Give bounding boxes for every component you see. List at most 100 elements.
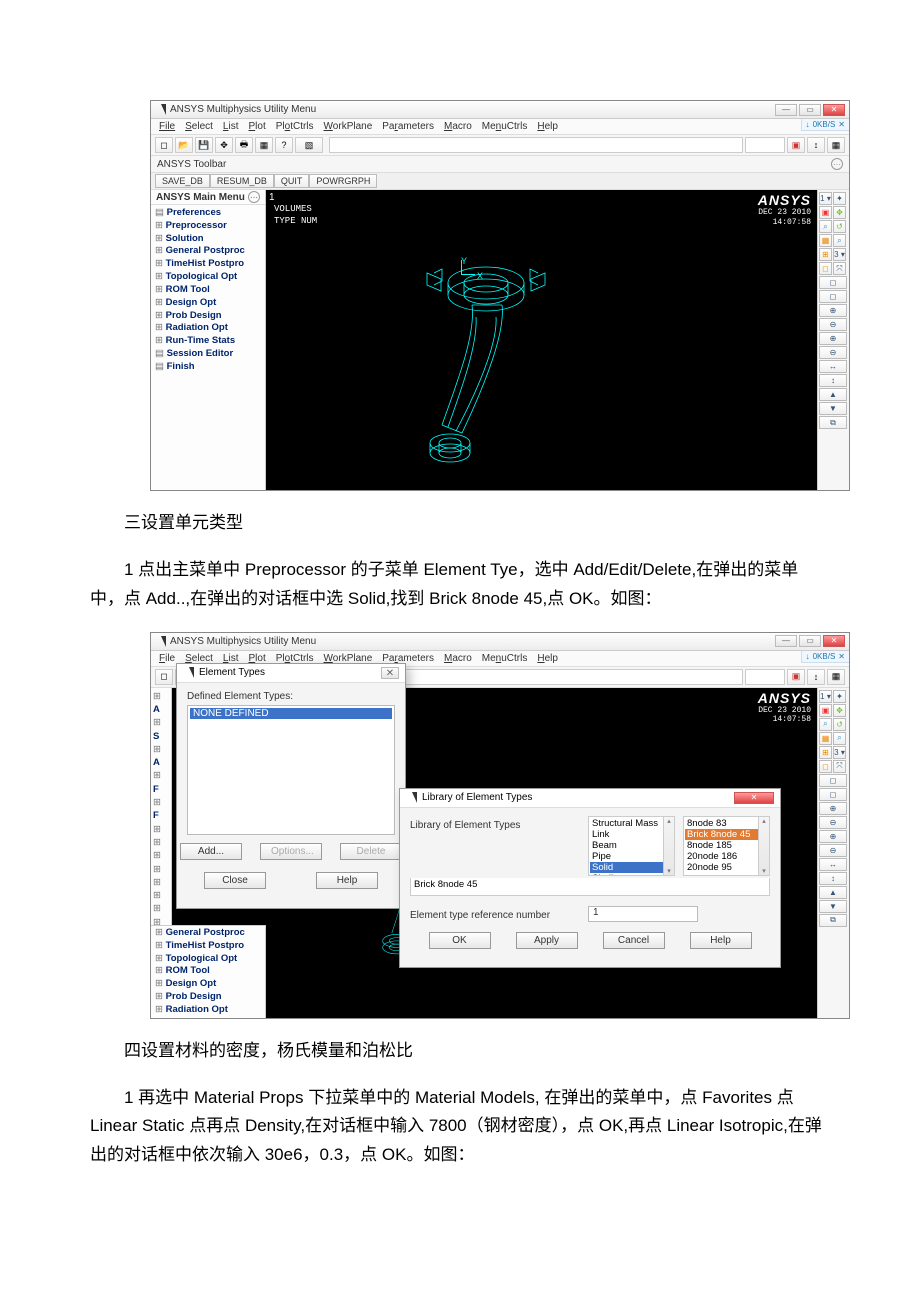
list-item[interactable]: Link — [590, 829, 673, 840]
tree-general-postproc[interactable]: General Postproc — [155, 245, 261, 258]
minimize-button[interactable]: — — [775, 104, 797, 116]
tree-item[interactable] — [153, 876, 169, 889]
list-item[interactable]: Structural Mass — [590, 818, 673, 829]
view-zoom-in-small-icon[interactable]: ⊕ — [819, 830, 847, 843]
save-db-button[interactable]: SAVE_DB — [155, 174, 210, 188]
view-zoom-out-icon[interactable]: ⊖ — [819, 318, 847, 331]
toolbar-dropdown[interactable] — [745, 669, 785, 685]
lib-close-button[interactable]: ✕ — [734, 792, 774, 804]
tree-item[interactable] — [153, 849, 169, 862]
view-rot-down-icon[interactable]: ▼ — [819, 900, 847, 913]
list-item[interactable]: Shell — [590, 873, 673, 876]
tree-item[interactable] — [153, 836, 169, 849]
tree-radiation-opt[interactable]: Radiation Opt — [155, 322, 261, 335]
menu-menuctrls[interactable]: MenuCtrls — [482, 121, 528, 132]
tree-prob-design[interactable]: Prob Design — [155, 991, 261, 1004]
view-multi-icon[interactable]: ⧉ — [819, 416, 847, 429]
tree-item[interactable] — [153, 889, 169, 902]
view-iso-icon[interactable]: ▣ — [819, 206, 832, 219]
scrollbar[interactable]: ▴▾ — [663, 817, 674, 875]
main-menu-expand-icon[interactable]: ⋯ — [248, 191, 260, 203]
menu-workplane[interactable]: WorkPlane — [324, 121, 373, 132]
maximize-button[interactable]: ▭ — [799, 104, 821, 116]
lib-cancel-button[interactable]: Cancel — [603, 932, 665, 949]
reset-icon[interactable]: ↕ — [807, 669, 825, 685]
menu-macro[interactable]: Macro — [444, 653, 472, 664]
new-icon[interactable]: ◻ — [155, 137, 173, 153]
tree-item[interactable] — [153, 863, 169, 876]
minimize-button[interactable]: — — [775, 635, 797, 647]
tree-radiation-opt[interactable]: Radiation Opt — [155, 1004, 261, 1017]
view-multi-icon[interactable]: ⧉ — [819, 914, 847, 927]
view-right-icon[interactable]: ◻ — [819, 262, 832, 275]
tree-solution[interactable]: Solution — [155, 233, 261, 246]
reset-icon[interactable]: ↕ — [807, 137, 825, 153]
command-input[interactable] — [329, 137, 743, 153]
tree-preferences[interactable]: Preferences — [155, 207, 261, 220]
view-dynamic-icon[interactable]: ⤧ — [833, 760, 846, 773]
menu-plot[interactable]: Plot — [248, 121, 265, 132]
view-iso-icon[interactable]: ▣ — [819, 704, 832, 717]
ref-number-input[interactable]: 1 — [588, 906, 698, 922]
close-button[interactable]: ✕ — [823, 635, 845, 647]
view-oblique-icon[interactable]: ✥ — [833, 206, 846, 219]
raise-hidden-icon[interactable]: ▣ — [787, 137, 805, 153]
close-dialog-button[interactable]: Close — [204, 872, 266, 889]
tree-item[interactable]: F — [153, 796, 169, 823]
tree-finish[interactable]: Finish — [155, 361, 261, 374]
tree-rom-tool[interactable]: ROM Tool — [155, 284, 261, 297]
tree-run-time-stats[interactable]: Run-Time Stats — [155, 335, 261, 348]
lib-ok-button[interactable]: OK — [429, 932, 491, 949]
view-zoom-out-icon[interactable]: ⊖ — [819, 816, 847, 829]
add-button[interactable]: Add... — [180, 843, 242, 860]
view-left-icon[interactable]: ⊞ — [819, 248, 832, 261]
view-pan-h-icon[interactable]: ↔ — [819, 360, 847, 373]
menu-select[interactable]: Select — [185, 121, 213, 132]
view-left-icon[interactable]: ⊞ — [819, 746, 832, 759]
tree-rom-tool[interactable]: ROM Tool — [155, 965, 261, 978]
view-fit-icon[interactable]: ✦ — [833, 192, 846, 205]
scrollbar[interactable]: ▴▾ — [758, 817, 769, 875]
list-item-none[interactable]: NONE DEFINED — [190, 708, 392, 719]
view-rot-up-icon[interactable]: ▲ — [819, 886, 847, 899]
view-top-icon[interactable]: ▦ — [819, 234, 832, 247]
raise-hidden-icon[interactable]: ▣ — [787, 669, 805, 685]
view-zoom-out-small-icon[interactable]: ⊖ — [819, 346, 847, 359]
view-front-icon[interactable]: ⌕ — [819, 718, 832, 731]
tree-session-editor[interactable]: Session Editor — [155, 348, 261, 361]
view-fit-icon[interactable]: ✦ — [833, 690, 846, 703]
maximize-button[interactable]: ▭ — [799, 635, 821, 647]
menu-plotctrls[interactable]: PlotCtrls — [276, 121, 314, 132]
view-right-icon[interactable]: ◻ — [819, 760, 832, 773]
pan-icon[interactable]: ✥ — [215, 137, 233, 153]
image-capture-icon[interactable]: ▧ — [295, 137, 323, 153]
tree-item[interactable]: A — [153, 690, 169, 717]
lib-apply-button[interactable]: Apply — [516, 932, 578, 949]
view-box-zoom-icon[interactable]: ◻ — [819, 774, 847, 787]
list-item[interactable]: 20node 95 — [685, 862, 768, 873]
tree-item[interactable]: A — [153, 743, 169, 770]
contact-icon[interactable]: ▦ — [827, 137, 845, 153]
view-rot-up-icon[interactable]: ▲ — [819, 388, 847, 401]
tree-item[interactable]: F — [153, 769, 169, 796]
view-zoom-in-small-icon[interactable]: ⊕ — [819, 332, 847, 345]
view-winzoom-icon[interactable]: ◻ — [819, 788, 847, 801]
menu-menuctrls[interactable]: MenuCtrls — [482, 653, 528, 664]
view-zoomstep-dd[interactable]: 3 ▾ — [833, 746, 846, 759]
list-item[interactable]: Beam — [590, 840, 673, 851]
help-icon[interactable]: ? — [275, 137, 293, 153]
lib-help-button[interactable]: Help — [690, 932, 752, 949]
list-item[interactable]: 8node 185 — [685, 840, 768, 851]
view-pan-v-icon[interactable]: ↕ — [819, 872, 847, 885]
view-front-icon[interactable]: ⌕ — [819, 220, 832, 233]
menu-help[interactable]: Help — [537, 121, 558, 132]
tree-item[interactable]: S — [153, 716, 169, 743]
contact-icon[interactable]: ▦ — [827, 669, 845, 685]
tree-topological-opt[interactable]: Topological Opt — [155, 271, 261, 284]
tree-design-opt[interactable]: Design Opt — [155, 978, 261, 991]
view-box-zoom-icon[interactable]: ◻ — [819, 276, 847, 289]
lib-category-list[interactable]: Structural Mass Link Beam Pipe Solid She… — [588, 816, 675, 876]
toolbar-dropdown[interactable] — [745, 137, 785, 153]
view-zoomstep-dd[interactable]: 3 ▾ — [833, 248, 846, 261]
quit-button[interactable]: QUIT — [274, 174, 310, 188]
